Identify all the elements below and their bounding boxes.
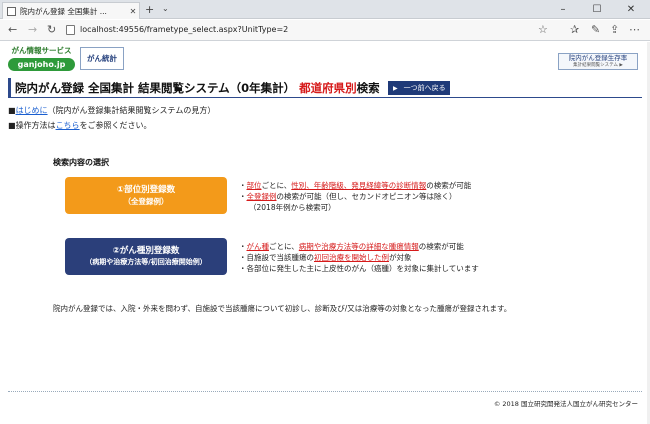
- howto-prefix: 操作方法は: [15, 121, 56, 130]
- desc-text: が対象: [389, 253, 412, 262]
- option-subtitle: （全登録例）: [123, 197, 169, 206]
- pen-icon[interactable]: ✎: [591, 23, 600, 36]
- favorite-star-icon[interactable]: ☆: [538, 23, 548, 36]
- registration-footnote: 院内がん登録では、入院・外来を問わず、自施設で当該腫瘍について初診し、診断及び/…: [53, 304, 512, 313]
- desc-emphasis: 病期や治療方法等の詳細な腫瘍情報: [298, 242, 419, 251]
- desc-text: ・自施設で当該腫瘍の: [239, 253, 314, 262]
- copyright: © 2018 国立研究開発法人国立がん研究センター: [493, 400, 638, 408]
- description-line: ・部位ごとに、性別、年齢階級、発見経緯等の診断情報の検索が可能: [239, 180, 471, 191]
- go-back-button[interactable]: ▶ 一つ前へ戻る: [388, 81, 450, 95]
- desc-text: ・: [239, 181, 247, 190]
- survival-rate-label: 院内がん登録生存率: [568, 54, 628, 62]
- window-controls: – ☐ ✕: [546, 0, 648, 19]
- bullet-icon: ■: [8, 106, 16, 115]
- desc-text: の検索が可能: [418, 242, 464, 251]
- howto-suffix: をご参照ください。: [79, 121, 152, 130]
- ganjoho-logo[interactable]: がん情報サービス ganjoho.jp: [8, 45, 75, 72]
- page-title: 院内がん登録 全国集計 結果閲覧システム（0年集計）: [15, 80, 296, 95]
- cancer-statistics-button[interactable]: がん統計: [80, 47, 124, 70]
- browser-tab-title: 院内がん登録 全国集計 ...: [20, 6, 107, 16]
- desc-text: ごとに、: [261, 181, 292, 190]
- browser-tab[interactable]: 院内がん登録 全国集計 ... ✕: [2, 2, 140, 19]
- survival-rate-sublabel: 集計結果閲覧システム ▶: [573, 63, 623, 68]
- intro-link[interactable]: はじめに: [16, 106, 48, 115]
- desc-text: （2018年例から検索可）: [249, 203, 336, 212]
- address-bar: ← → ↻ localhost:49556/frametype_select.a…: [0, 20, 650, 41]
- intro-line: ■はじめに（院内がん登録集計結果閲覧システムの見方）: [8, 105, 215, 116]
- browser-tab-bar: 院内がん登録 全国集計 ... ✕ + ⌄ – ☐ ✕: [0, 0, 650, 19]
- back-arrow-icon[interactable]: ←: [8, 23, 17, 37]
- desc-emphasis: がん種: [246, 242, 270, 251]
- go-back-label: 一つ前へ戻る: [403, 84, 446, 92]
- intro-text: （院内がん登録集計結果閲覧システムの見方）: [47, 106, 216, 115]
- description-line: （2018年例から検索可）: [239, 202, 471, 213]
- desc-text: の検索が可能: [426, 181, 472, 190]
- page-title-highlight: 都道府県別: [299, 80, 357, 95]
- description-line: ・がん種ごとに、病期や治療方法等の詳細な腫瘍情報の検索が可能: [239, 241, 479, 252]
- bullet-icon: ■: [8, 121, 16, 130]
- refresh-icon[interactable]: ↻: [47, 23, 56, 37]
- page-info-icon[interactable]: [66, 25, 75, 35]
- desc-text: ・各部位に発生した主に上皮性のがん（癌腫）を対象に集計しています: [239, 264, 479, 273]
- page-favicon-icon: [7, 6, 16, 16]
- forward-arrow-icon[interactable]: →: [28, 23, 37, 37]
- brand-tagline: がん情報サービス: [11, 46, 72, 55]
- url-field[interactable]: localhost:49556/frametype_select.aspx?Un…: [80, 25, 288, 34]
- option1-description: ・部位ごとに、性別、年齢階級、発見経緯等の診断情報の検索が可能 ・全登録例の検索…: [239, 180, 471, 213]
- more-menu-icon[interactable]: ⋯: [629, 23, 640, 36]
- page-title-suffix: 検索: [356, 80, 380, 95]
- play-icon: ▶: [393, 84, 398, 92]
- new-tab-icon[interactable]: +: [145, 3, 154, 16]
- desc-text: ごとに、: [269, 242, 299, 251]
- option2-description: ・がん種ごとに、病期や治療方法等の詳細な腫瘍情報の検索が可能 ・自施設で当該腫瘍…: [239, 241, 479, 274]
- chevron-down-icon[interactable]: ⌄: [162, 4, 169, 13]
- maximize-icon[interactable]: ☐: [580, 0, 614, 19]
- survival-rate-button[interactable]: 院内がん登録生存率 集計結果閲覧システム ▶: [558, 53, 638, 70]
- description-line: ・自施設で当該腫瘍の初回治療を開始した例が対象: [239, 252, 479, 263]
- favorites-bar-icon[interactable]: ✰: [570, 23, 579, 36]
- desc-emphasis: 部位: [246, 181, 262, 190]
- option-subtitle: （病期や治療方法等/初回治療開始例）: [85, 258, 207, 266]
- page-title-bar: 院内がん登録 全国集計 結果閲覧システム（0年集計） 都道府県別 検索 ▶ 一つ…: [8, 78, 642, 98]
- howto-line: ■操作方法はこちらをご参照ください。: [8, 120, 152, 131]
- desc-text: ・: [239, 242, 247, 251]
- description-line: ・各部位に発生した主に上皮性のがん（癌腫）を対象に集計しています: [239, 263, 479, 274]
- minimize-icon[interactable]: –: [546, 0, 580, 19]
- option-title: ②がん種別登録数: [112, 246, 180, 256]
- cancer-type-registrations-button[interactable]: ②がん種別登録数 （病期や治療方法等/初回治療開始例）: [65, 238, 227, 275]
- option-title: ①部位別登録数: [116, 185, 176, 195]
- share-icon[interactable]: ⇪: [610, 23, 619, 36]
- description-line: ・全登録例の検索が可能（但し、セカンドオピニオン等は除く）: [239, 191, 471, 202]
- howto-link[interactable]: こちら: [56, 121, 80, 130]
- desc-text: ・: [239, 192, 247, 201]
- brand-site: ganjoho.jp: [8, 58, 75, 71]
- desc-emphasis: 全登録例: [246, 192, 277, 201]
- desc-emphasis: 初回治療を開始した例: [314, 253, 389, 262]
- desc-text: の検索が可能（但し、セカンドオピニオン等は除く）: [276, 192, 457, 201]
- close-window-icon[interactable]: ✕: [614, 0, 648, 19]
- section-heading: 検索内容の選択: [53, 158, 109, 167]
- close-tab-icon[interactable]: ✕: [127, 7, 139, 16]
- footer-divider: [8, 391, 642, 392]
- desc-emphasis: 性別、年齢階級、発見経緯等の診断情報: [291, 181, 427, 190]
- site-registrations-button[interactable]: ①部位別登録数 （全登録例）: [65, 177, 227, 214]
